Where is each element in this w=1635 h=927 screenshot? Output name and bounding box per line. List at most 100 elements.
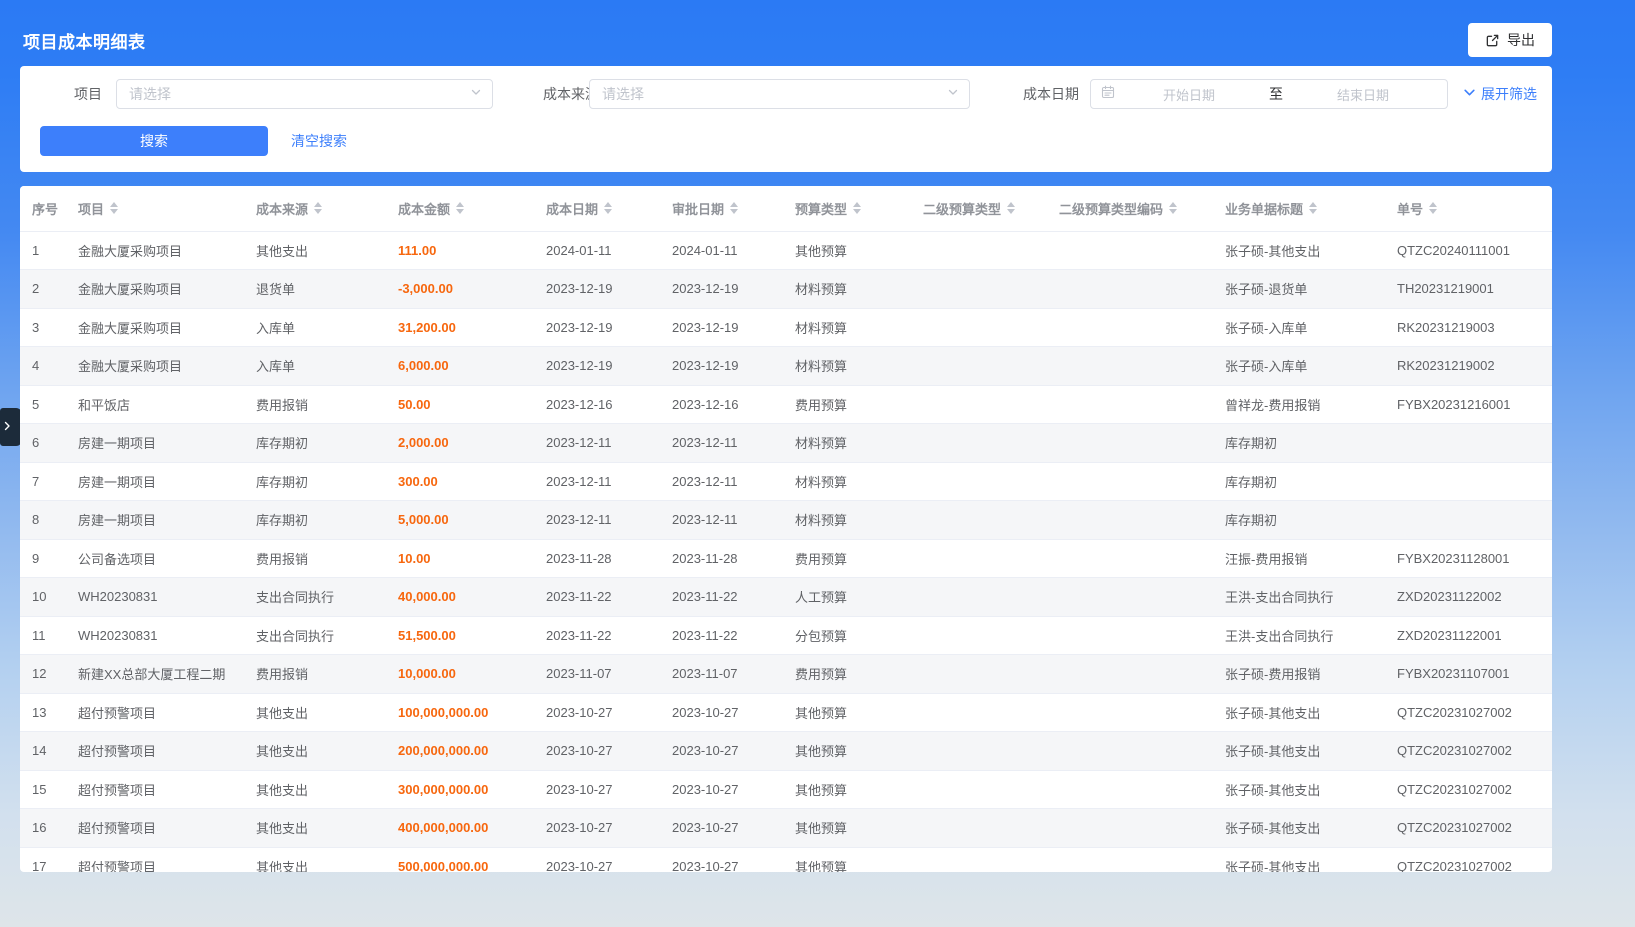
- export-icon: [1485, 33, 1500, 48]
- table-cell: [1059, 809, 1225, 848]
- column-header-label: 二级预算类型: [923, 199, 1001, 218]
- sort-icon[interactable]: [314, 202, 322, 214]
- top-bar: 项目成本明细表 导出: [0, 0, 1635, 66]
- table-cell: FYBX20231107001: [1397, 655, 1552, 694]
- sort-icon[interactable]: [110, 202, 118, 214]
- table-cell: [1397, 501, 1552, 540]
- table-row: 12新建XX总部大厦工程二期费用报销10,000.002023-11-07202…: [20, 655, 1552, 694]
- table-cell: 超付预警项目: [78, 847, 256, 872]
- table-cell: [1059, 693, 1225, 732]
- clear-search-link[interactable]: 清空搜索: [291, 126, 347, 156]
- table-cell: 超付预警项目: [78, 809, 256, 848]
- export-button[interactable]: 导出: [1468, 23, 1552, 57]
- table-cell: [1059, 347, 1225, 386]
- table-cell: 500,000,000.00: [398, 847, 546, 872]
- column-header[interactable]: 项目: [78, 186, 256, 231]
- project-filter-label: 项目: [40, 79, 102, 109]
- table-cell: 其他支出: [256, 693, 398, 732]
- table-row: 4金融大厦采购项目入库单6,000.002023-12-192023-12-19…: [20, 347, 1552, 386]
- table-cell: 2023-12-11: [546, 501, 672, 540]
- table-cell: 张子硕-入库单: [1225, 308, 1397, 347]
- table-cell: RK20231219002: [1397, 347, 1552, 386]
- table-cell: 材料预算: [795, 270, 923, 309]
- column-header[interactable]: 二级预算类型: [923, 186, 1059, 231]
- table-cell: 2023-11-22: [546, 578, 672, 617]
- table-cell: [1059, 770, 1225, 809]
- table-cell: FYBX20231128001: [1397, 539, 1552, 578]
- column-header[interactable]: 单号: [1397, 186, 1552, 231]
- table-cell: 50.00: [398, 385, 546, 424]
- cost-source-select-placeholder: 请选择: [602, 84, 947, 104]
- table-cell: [1059, 578, 1225, 617]
- table-cell: [923, 270, 1059, 309]
- expand-filter-link[interactable]: 展开筛选: [1463, 79, 1537, 109]
- cost-date-range-input[interactable]: 开始日期 至 结束日期: [1090, 79, 1448, 109]
- column-header[interactable]: 业务单据标题: [1225, 186, 1397, 231]
- sort-icon[interactable]: [853, 202, 861, 214]
- column-header: 序号: [20, 186, 78, 231]
- project-select[interactable]: 请选择: [116, 79, 493, 109]
- table-cell: 材料预算: [795, 424, 923, 463]
- table-cell: QTZC20231027002: [1397, 809, 1552, 848]
- table-row: 2金融大厦采购项目退货单-3,000.002023-12-192023-12-1…: [20, 270, 1552, 309]
- table-cell: 张子硕-费用报销: [1225, 655, 1397, 694]
- table-cell: 2023-12-16: [546, 385, 672, 424]
- table-cell: [923, 347, 1059, 386]
- table-cell: 2023-12-11: [672, 462, 795, 501]
- table-cell: 材料预算: [795, 462, 923, 501]
- table-cell: 2023-12-16: [672, 385, 795, 424]
- table-cell: 6,000.00: [398, 347, 546, 386]
- end-date-placeholder: 结束日期: [1289, 85, 1437, 104]
- drawer-handle[interactable]: [0, 408, 22, 446]
- sort-icon[interactable]: [1007, 202, 1015, 214]
- export-button-label: 导出: [1507, 30, 1535, 50]
- cost-source-select[interactable]: 请选择: [589, 79, 970, 109]
- cost-date-filter-label: 成本日期: [967, 79, 1079, 109]
- sort-icon[interactable]: [604, 202, 612, 214]
- cost-table-card: 序号项目 成本来源成本金额成本日期审批日期 预算类型二级预算类型 二级预算类型编码业务…: [20, 186, 1552, 872]
- sort-icon[interactable]: [456, 202, 464, 214]
- table-cell: 100,000,000.00: [398, 693, 546, 732]
- table-cell: 2023-12-11: [546, 424, 672, 463]
- table-cell: [923, 655, 1059, 694]
- column-header[interactable]: 成本日期: [546, 186, 672, 231]
- column-header[interactable]: 成本金额: [398, 186, 546, 231]
- search-button[interactable]: 搜索: [40, 126, 268, 156]
- table-cell: FYBX20231216001: [1397, 385, 1552, 424]
- table-cell: 2023-12-19: [672, 270, 795, 309]
- sort-icon[interactable]: [1429, 202, 1437, 214]
- table-cell: 张子硕-其他支出: [1225, 847, 1397, 872]
- table-row: 7房建一期项目库存期初300.002023-12-112023-12-11材料预…: [20, 462, 1552, 501]
- table-cell: [1059, 385, 1225, 424]
- column-header[interactable]: 成本来源: [256, 186, 398, 231]
- table-cell: 其他预算: [795, 770, 923, 809]
- table-cell: 张子硕-其他支出: [1225, 770, 1397, 809]
- column-header[interactable]: 预算类型: [795, 186, 923, 231]
- table-cell: 张子硕-其他支出: [1225, 809, 1397, 848]
- table-cell: 汪振-费用报销: [1225, 539, 1397, 578]
- column-header-label: 审批日期: [672, 199, 724, 218]
- table-cell: [1059, 655, 1225, 694]
- table-cell: 2023-11-22: [672, 578, 795, 617]
- table-cell: 其他支出: [256, 231, 398, 270]
- table-cell: 3: [20, 308, 78, 347]
- table-cell: 2023-10-27: [546, 732, 672, 771]
- table-cell: [923, 847, 1059, 872]
- table-cell: 材料预算: [795, 308, 923, 347]
- table-cell: 库存期初: [256, 462, 398, 501]
- table-row: 17超付预警项目其他支出500,000,000.002023-10-272023…: [20, 847, 1552, 872]
- sort-icon[interactable]: [1309, 202, 1317, 214]
- column-header[interactable]: 审批日期: [672, 186, 795, 231]
- column-header[interactable]: 二级预算类型编码: [1059, 186, 1225, 231]
- table-cell: 其他支出: [256, 847, 398, 872]
- column-header-label: 项目: [78, 199, 104, 218]
- table-cell: 房建一期项目: [78, 424, 256, 463]
- table-cell: 库存期初: [1225, 501, 1397, 540]
- table-cell: [923, 231, 1059, 270]
- date-range-separator: 至: [1263, 84, 1289, 104]
- table-row: 1金融大厦采购项目其他支出111.002024-01-112024-01-11其…: [20, 231, 1552, 270]
- table-cell: 张子硕-退货单: [1225, 270, 1397, 309]
- sort-icon[interactable]: [730, 202, 738, 214]
- table-cell: [923, 732, 1059, 771]
- sort-icon[interactable]: [1169, 202, 1177, 214]
